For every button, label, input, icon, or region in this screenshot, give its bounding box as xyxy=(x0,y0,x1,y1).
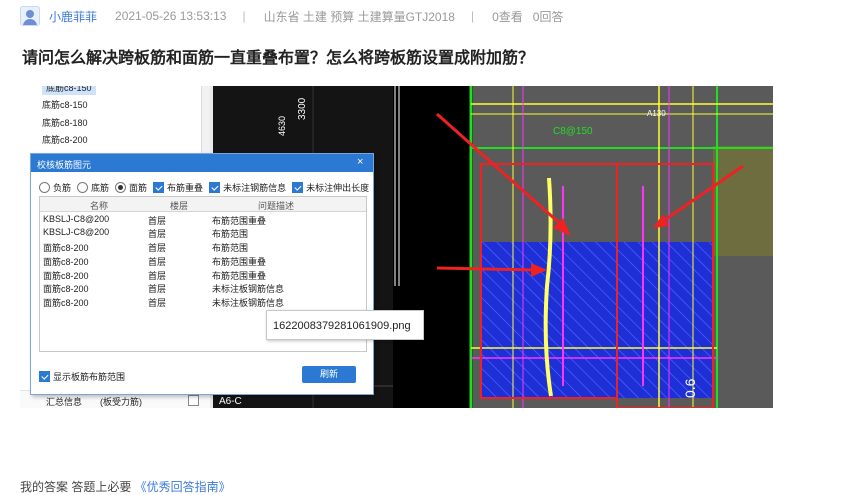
tree-item[interactable]: 底筋c8-150 xyxy=(42,86,96,95)
table-row[interactable]: 面筋c8-200 首层 布筋范围重叠 xyxy=(40,268,366,281)
meta-divider: | xyxy=(242,9,246,23)
cell-issue: 未标注板钢筋信息 xyxy=(212,284,285,294)
answer-prompt: 我的答案 答题上必要 《优秀回答指南》 xyxy=(20,478,231,495)
table-row[interactable]: KBSLJ-C8@200 首层 布筋范围重叠 xyxy=(40,213,366,226)
answer-count: 0回答 xyxy=(532,9,564,24)
cad-rebar-label: C8@150 xyxy=(553,126,593,137)
radio-label: 底筋 xyxy=(91,183,110,193)
cell-floor: 首层 xyxy=(148,284,167,294)
close-icon[interactable]: × xyxy=(357,156,363,168)
check-missing-length[interactable] xyxy=(292,182,304,193)
answer-prompt-text: 我的答案 答题上必要 xyxy=(20,480,135,494)
table-row[interactable]: KBSLJ-C8@200 首层 布筋范围 xyxy=(40,226,366,239)
post-datetime: 2021-05-26 13:53:13 xyxy=(115,9,227,23)
checkbox-label: 未标注钢筋信息 xyxy=(223,183,287,193)
cad-rebar-label: A130 xyxy=(647,109,666,118)
column-header-issue[interactable]: 问题描述 xyxy=(258,199,294,212)
cad-dimension-label: 3300 xyxy=(297,97,308,120)
cell-name: KBSLJ-C8@200 xyxy=(43,214,110,224)
author-link[interactable]: 小鹿菲菲 xyxy=(49,8,97,25)
table-row[interactable]: 面筋c8-200 首层 未标注板钢筋信息 xyxy=(40,295,366,308)
cad-axis-label: A6-C xyxy=(219,396,242,407)
table-row[interactable]: 面筋c8-200 首层 布筋范围 xyxy=(40,240,366,253)
summary-label: 汇总信息 xyxy=(46,397,83,407)
summary-checkbox[interactable] xyxy=(188,395,199,406)
refresh-button[interactable]: 刷新 xyxy=(302,366,356,383)
cad-dimension-label: 4630 xyxy=(277,116,287,136)
radio-negative-rebar[interactable] xyxy=(39,182,50,193)
table-header: 名称 楼层 问题描述 xyxy=(40,197,366,212)
dialog-title: 校核板筋图元 xyxy=(37,160,92,170)
radio-top-rebar[interactable] xyxy=(115,182,127,193)
avatar[interactable] xyxy=(20,6,40,26)
post-meta: 小鹿菲菲 2021-05-26 13:53:13 | 山东省 土建 预算 土建算… xyxy=(20,6,579,26)
cell-name: 面筋c8-200 xyxy=(43,257,89,267)
cell-name: KBSLJ-C8@200 xyxy=(43,227,110,237)
summary-value: (板受力筋) xyxy=(100,397,142,407)
check-overlap[interactable] xyxy=(153,182,165,193)
table-row[interactable]: 面筋c8-200 首层 布筋范围重叠 xyxy=(40,254,366,267)
cad-dimension-label: 0.6 xyxy=(682,378,698,398)
dialog-options: 负筋 底筋 面筋 布筋重叠 未标注钢筋信息 未标注伸出长度 xyxy=(39,181,375,194)
cell-name: 面筋c8-200 xyxy=(43,243,89,253)
show-range-label: 显示板筋布筋范围 xyxy=(53,372,126,382)
cell-name: 面筋c8-200 xyxy=(43,284,89,294)
radio-bottom-rebar[interactable] xyxy=(77,182,89,193)
cell-issue: 未标注板钢筋信息 xyxy=(212,298,285,308)
cell-floor: 首层 xyxy=(148,257,167,267)
show-range-option: 显示板筋布筋范围 xyxy=(39,370,125,383)
table-row[interactable]: 面筋c8-200 首层 未标注板钢筋信息 xyxy=(40,281,366,294)
view-count: 0查看 xyxy=(492,9,523,24)
radio-label: 负筋 xyxy=(53,183,72,193)
dialog-titlebar[interactable]: 校核板筋图元 × xyxy=(31,154,373,172)
tree-item[interactable]: 底筋c8-180 xyxy=(42,116,88,130)
column-header-floor[interactable]: 楼层 xyxy=(170,199,188,212)
tree-item[interactable]: 底筋c8-150 xyxy=(42,98,88,112)
check-missing-info[interactable] xyxy=(209,182,221,193)
cell-name: 面筋c8-200 xyxy=(43,298,89,308)
radio-label: 面筋 xyxy=(129,183,148,193)
cell-floor: 首层 xyxy=(148,298,167,308)
tree-item[interactable]: 底筋c8-200 xyxy=(42,133,88,147)
show-range-checkbox[interactable] xyxy=(39,371,50,382)
cell-issue: 布筋范围 xyxy=(212,229,249,239)
post-tags[interactable]: 山东省 土建 预算 土建算量GTJ2018 xyxy=(264,8,455,25)
cell-floor: 首层 xyxy=(148,229,167,239)
answer-guide-link[interactable]: 《优秀回答指南》 xyxy=(135,480,231,494)
column-header-name[interactable]: 名称 xyxy=(90,199,108,212)
question-screenshot[interactable]: 底筋c8-150 底筋c8-150 底筋c8-180 底筋c8-200 汇总信息… xyxy=(20,86,773,408)
checkbox-label: 未标注伸出长度 xyxy=(306,183,370,193)
checkbox-label: 布筋重叠 xyxy=(167,183,204,193)
meta-divider: | xyxy=(470,9,475,23)
post-title: 请问怎么解决跨板筋和面筋一直重叠布置？怎么将跨板筋设置成附加筋？ xyxy=(22,50,535,67)
filename-tooltip: 1622008379281061909.png xyxy=(266,310,424,340)
cell-issue: 布筋范围 xyxy=(212,243,249,253)
cell-issue: 布筋范围重叠 xyxy=(212,257,267,267)
check-rebar-dialog[interactable]: 校核板筋图元 × 负筋 底筋 面筋 布筋重叠 未标注钢筋信息 未标注伸出长度 名… xyxy=(30,153,374,395)
cell-floor: 首层 xyxy=(148,243,167,253)
